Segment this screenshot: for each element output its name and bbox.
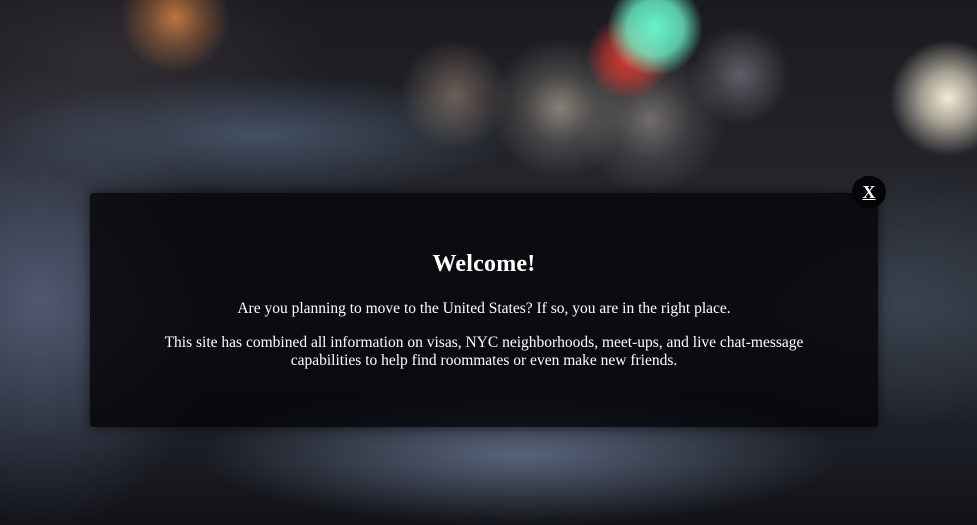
description-paragraph: This site has combined all information o… [164, 334, 804, 369]
page-background: Welcome! Are you planning to move to the… [0, 0, 977, 525]
modal-title: Welcome! [432, 251, 536, 277]
close-button[interactable]: X [852, 176, 886, 208]
intro-paragraph: Are you planning to move to the United S… [237, 300, 731, 317]
welcome-modal: Welcome! Are you planning to move to the… [90, 193, 878, 427]
